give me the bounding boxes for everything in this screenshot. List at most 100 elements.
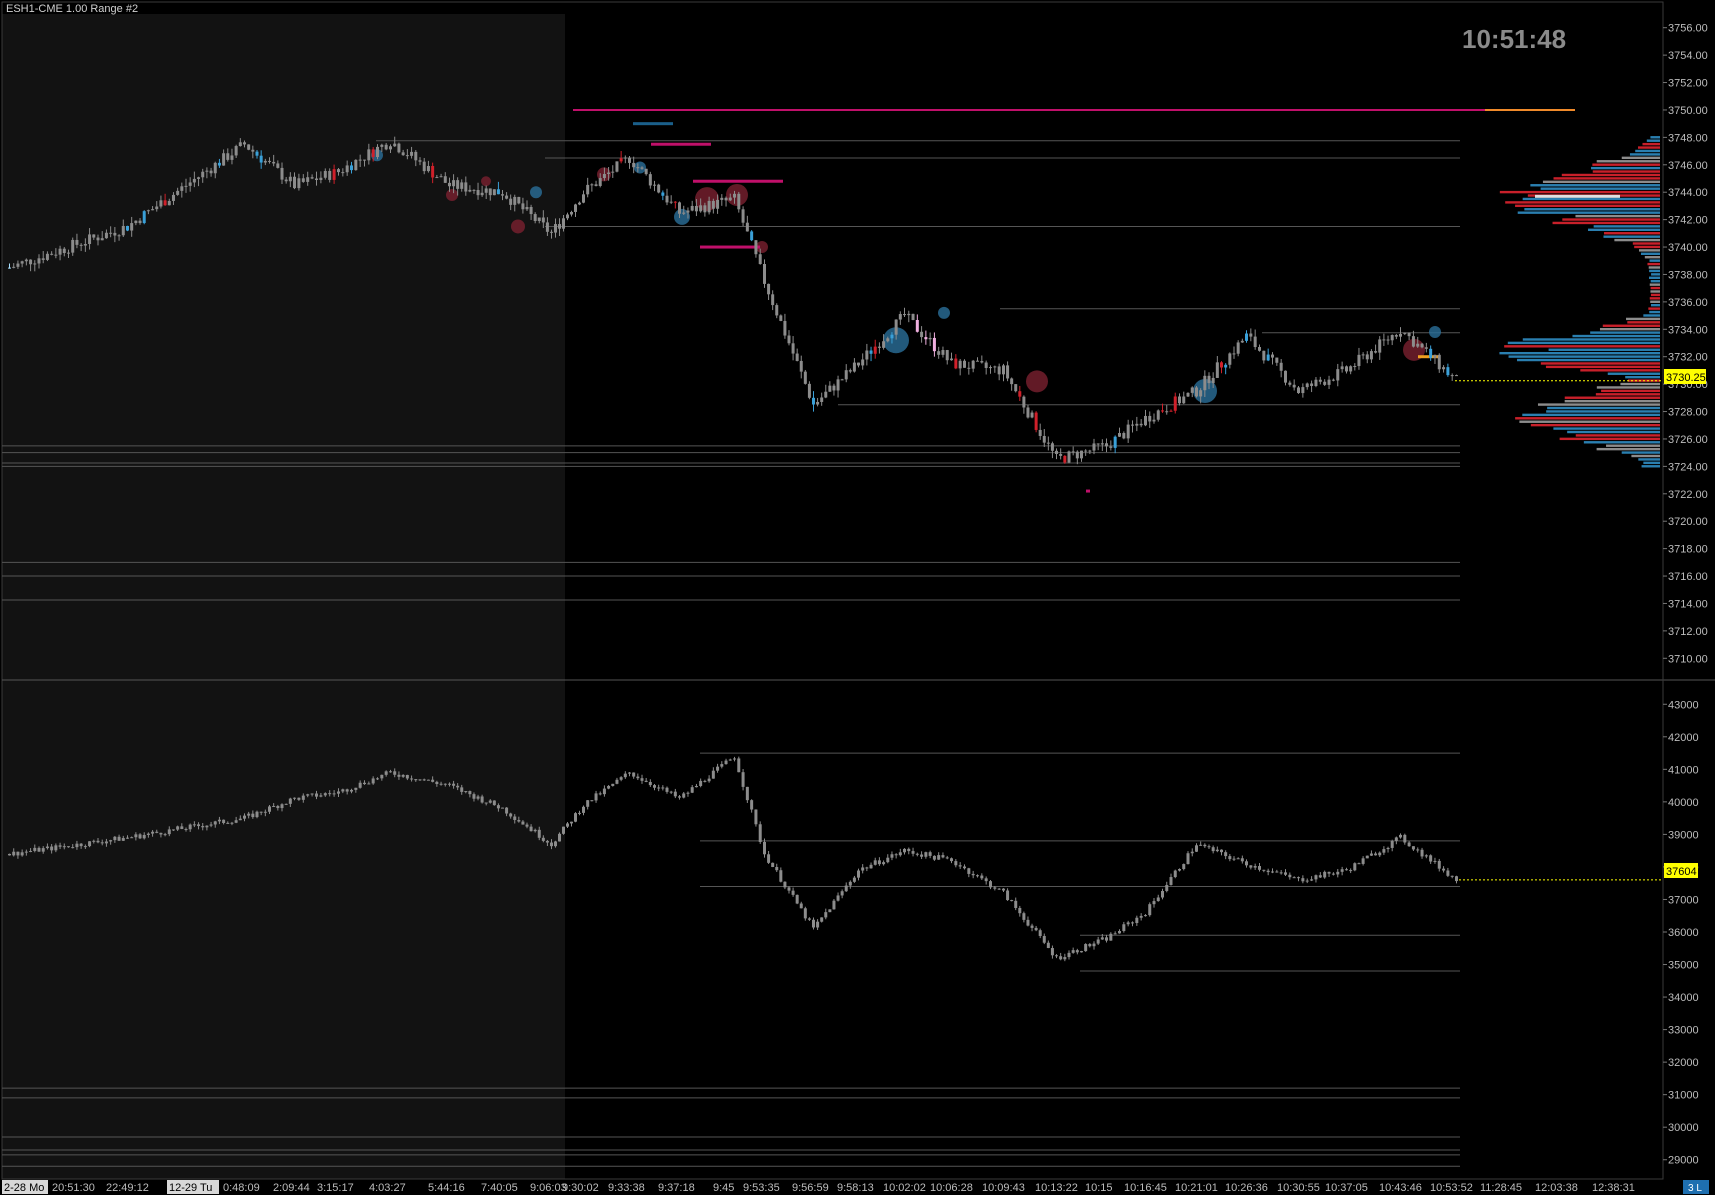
- price-bar[interactable]: [1446, 367, 1450, 376]
- price-bar[interactable]: [484, 188, 488, 193]
- price-bar[interactable]: [1399, 333, 1402, 337]
- cd-bar[interactable]: [828, 909, 832, 913]
- chart-canvas[interactable]: 3756.00 3754.00 3752.00 3750.00 3748.00 3746.…: [0, 0, 1715, 1195]
- cd-bar[interactable]: [1336, 871, 1340, 875]
- cd-bar[interactable]: [484, 802, 488, 804]
- price-bar[interactable]: [886, 338, 890, 342]
- price-bar[interactable]: [1279, 362, 1283, 371]
- cd-bar[interactable]: [562, 826, 565, 834]
- price-bar[interactable]: [496, 189, 500, 195]
- cd-bar[interactable]: [1190, 851, 1194, 854]
- price-bar[interactable]: [928, 337, 932, 340]
- cd-bar[interactable]: [690, 787, 694, 793]
- price-bar[interactable]: [665, 195, 669, 203]
- cd-bar[interactable]: [1071, 950, 1075, 953]
- price-bar[interactable]: [410, 151, 414, 156]
- cd-bar[interactable]: [517, 819, 521, 822]
- price-bar[interactable]: [924, 337, 928, 340]
- price-bar[interactable]: [33, 263, 37, 265]
- cd-bar[interactable]: [1455, 876, 1458, 882]
- price-bar[interactable]: [1429, 348, 1433, 358]
- price-bar[interactable]: [1297, 387, 1300, 394]
- cd-bar[interactable]: [783, 881, 787, 888]
- price-bar[interactable]: [134, 220, 138, 224]
- price-bar[interactable]: [1207, 375, 1211, 384]
- cd-bar[interactable]: [12, 851, 16, 856]
- cd-bar[interactable]: [217, 819, 221, 822]
- cd-bar[interactable]: [1386, 847, 1390, 850]
- price-bar[interactable]: [1305, 383, 1309, 388]
- cd-bar[interactable]: [163, 834, 167, 836]
- price-bar[interactable]: [890, 334, 894, 339]
- cd-bar[interactable]: [222, 819, 226, 824]
- cd-bar[interactable]: [505, 807, 509, 814]
- price-bar[interactable]: [1203, 375, 1207, 391]
- price-bar[interactable]: [1139, 423, 1143, 426]
- cd-bar[interactable]: [1429, 855, 1433, 862]
- price-bar[interactable]: [997, 366, 1001, 375]
- price-bar[interactable]: [1288, 382, 1292, 385]
- price-bar[interactable]: [280, 167, 284, 180]
- cd-bar[interactable]: [640, 778, 644, 781]
- cd-bar[interactable]: [1390, 840, 1394, 848]
- price-bar[interactable]: [791, 343, 795, 354]
- price-bar[interactable]: [558, 224, 561, 229]
- cd-bar[interactable]: [276, 806, 280, 809]
- price-bar[interactable]: [1088, 450, 1092, 452]
- cd-bar[interactable]: [422, 779, 426, 781]
- cd-bar[interactable]: [1416, 849, 1420, 851]
- price-bar[interactable]: [1161, 410, 1164, 412]
- price-bar[interactable]: [882, 341, 886, 348]
- price-bar[interactable]: [155, 206, 159, 210]
- cd-bar[interactable]: [791, 890, 795, 895]
- price-bar[interactable]: [439, 176, 443, 178]
- price-bar[interactable]: [848, 370, 852, 372]
- cd-bar[interactable]: [1207, 846, 1211, 848]
- cd-bar[interactable]: [146, 833, 150, 835]
- cd-bar[interactable]: [79, 843, 83, 847]
- price-bar[interactable]: [1010, 378, 1014, 385]
- cd-bar[interactable]: [1327, 871, 1331, 874]
- cd-bar[interactable]: [464, 791, 468, 793]
- price-bar[interactable]: [126, 225, 129, 231]
- cd-bar[interactable]: [1340, 869, 1344, 872]
- price-bar[interactable]: [720, 197, 724, 200]
- cd-bar[interactable]: [345, 789, 349, 792]
- cd-bar[interactable]: [306, 794, 310, 796]
- cd-bar[interactable]: [468, 791, 472, 795]
- cd-bar[interactable]: [426, 779, 430, 781]
- cd-bar[interactable]: [852, 877, 856, 882]
- cd-bar[interactable]: [711, 770, 715, 779]
- cd-bar[interactable]: [1178, 869, 1181, 871]
- price-bar[interactable]: [79, 244, 83, 246]
- price-bar[interactable]: [1131, 424, 1134, 426]
- price-bar[interactable]: [1323, 381, 1327, 385]
- price-bar[interactable]: [1109, 446, 1113, 448]
- cd-bar[interactable]: [632, 772, 636, 777]
- price-bar[interactable]: [574, 204, 577, 212]
- price-bar[interactable]: [669, 201, 673, 203]
- cd-bar[interactable]: [1135, 917, 1139, 923]
- cd-bar[interactable]: [607, 785, 611, 789]
- cd-bar[interactable]: [1182, 864, 1186, 870]
- price-bar[interactable]: [1050, 443, 1054, 451]
- cd-bar[interactable]: [882, 862, 886, 865]
- cd-bar[interactable]: [890, 854, 894, 858]
- cd-bar[interactable]: [439, 783, 443, 785]
- price-bar[interactable]: [1314, 379, 1318, 386]
- cd-bar[interactable]: [476, 796, 480, 799]
- price-bar[interactable]: [602, 174, 606, 179]
- cd-bar[interactable]: [1382, 849, 1386, 853]
- cd-bar[interactable]: [492, 800, 496, 806]
- cd-bar[interactable]: [861, 867, 865, 871]
- price-bar[interactable]: [67, 252, 70, 254]
- cd-bar[interactable]: [1126, 922, 1130, 925]
- price-bar[interactable]: [836, 379, 840, 391]
- cd-bar[interactable]: [873, 860, 877, 865]
- cd-bar[interactable]: [16, 851, 20, 856]
- cd-bar[interactable]: [1357, 863, 1361, 865]
- cd-bar[interactable]: [380, 774, 384, 779]
- cd-bar[interactable]: [1349, 870, 1353, 872]
- price-bar[interactable]: [869, 350, 873, 354]
- price-bar[interactable]: [332, 169, 336, 180]
